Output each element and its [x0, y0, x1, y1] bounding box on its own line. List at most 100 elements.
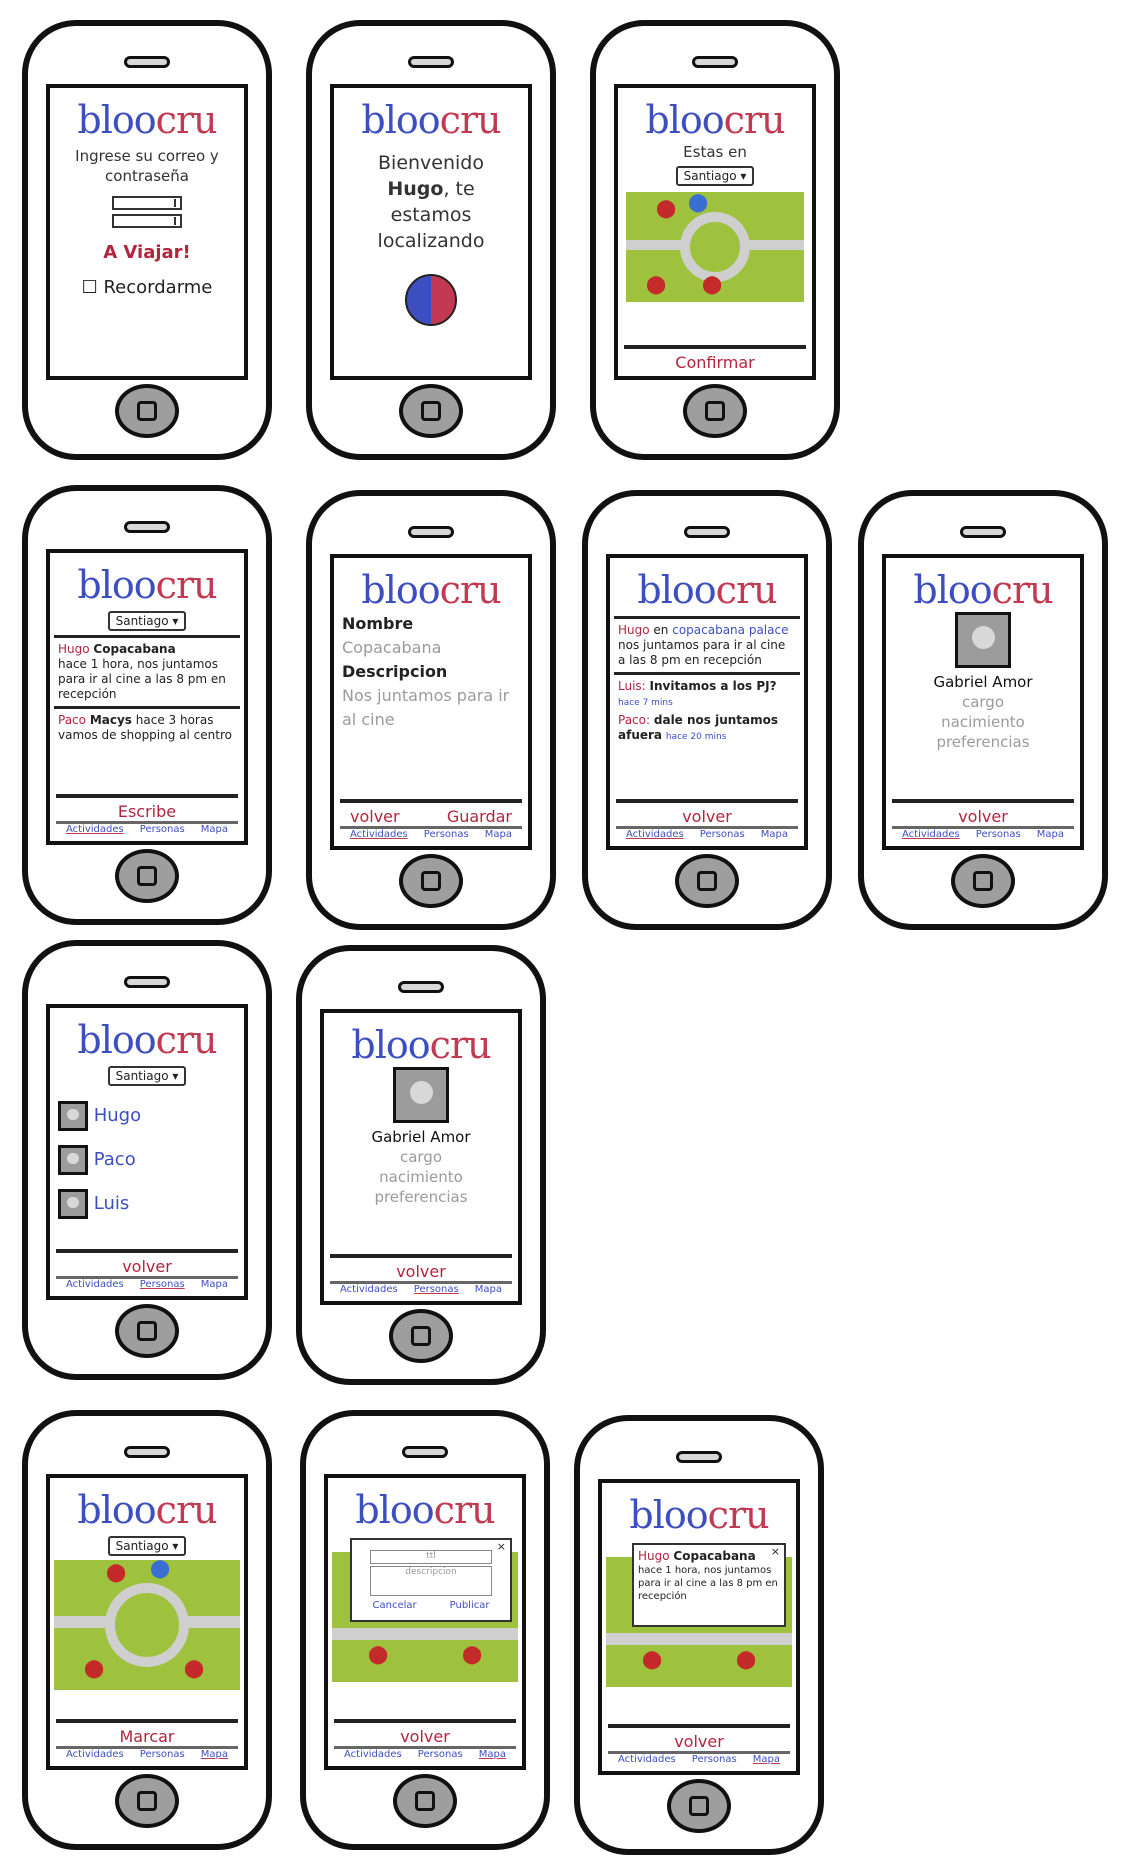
tab-personas[interactable]: Personas	[140, 1749, 185, 1764]
list-item[interactable]: Paco	[58, 1138, 236, 1182]
home-button[interactable]	[389, 1309, 453, 1363]
tab-personas[interactable]: Personas	[692, 1754, 737, 1769]
tab-mapa[interactable]: Mapa	[753, 1754, 780, 1769]
map[interactable]: ⬤ ⬤ ⬤ ⬤	[54, 1560, 240, 1690]
tab-bar: Actividades Personas Mapa	[330, 1281, 512, 1299]
logo: bloocru	[77, 98, 217, 142]
tab-actividades[interactable]: Actividades	[340, 1284, 398, 1299]
list-item[interactable]: Hugo	[58, 1094, 236, 1138]
tab-actividades[interactable]: Actividades	[66, 1279, 124, 1294]
roundabout	[105, 1583, 189, 1667]
home-button[interactable]	[951, 854, 1015, 908]
tab-personas[interactable]: Personas	[140, 1279, 185, 1294]
map-pin-icon[interactable]: ⬤	[84, 1660, 104, 1678]
tab-personas[interactable]: Personas	[976, 829, 1021, 844]
map-pin-icon[interactable]: ⬤	[688, 194, 708, 212]
tab-personas[interactable]: Personas	[700, 829, 745, 844]
back-button[interactable]: volver	[330, 1258, 512, 1281]
city-select[interactable]: Santiago ▾	[108, 1066, 186, 1086]
list-item[interactable]: Luis	[58, 1182, 236, 1226]
new-activity-popup: × ttl descripcion Cancelar Publicar	[350, 1538, 512, 1622]
password-field[interactable]	[112, 214, 182, 228]
close-icon[interactable]: ×	[771, 1545, 780, 1558]
home-button[interactable]	[115, 1304, 179, 1358]
tab-actividades[interactable]: Actividades	[66, 1749, 124, 1764]
tab-personas[interactable]: Personas	[140, 824, 185, 839]
popup-title-field[interactable]: ttl	[370, 1550, 492, 1564]
tab-actividades[interactable]: Actividades	[350, 829, 408, 844]
tab-personas[interactable]: Personas	[424, 829, 469, 844]
save-button[interactable]: Guardar	[447, 807, 512, 826]
action-bar: Escribe	[56, 794, 238, 821]
tab-actividades[interactable]: Actividades	[344, 1749, 402, 1764]
tab-bar: Actividades Personas Mapa	[608, 1751, 790, 1769]
description-input[interactable]: Nos juntamos para ir al cine	[342, 684, 520, 732]
home-button[interactable]	[115, 1774, 179, 1828]
back-button[interactable]: volver	[608, 1728, 790, 1751]
avatar	[58, 1145, 88, 1175]
close-icon[interactable]: ×	[497, 1540, 506, 1553]
tab-bar: Actividades Personas Mapa	[334, 1746, 516, 1764]
write-button[interactable]: Escribe	[56, 798, 238, 821]
back-button[interactable]: volver	[56, 1253, 238, 1276]
back-button[interactable]: volver	[334, 1723, 516, 1746]
tab-mapa[interactable]: Mapa	[475, 1284, 502, 1299]
map-pin-icon[interactable]: ⬤	[368, 1646, 388, 1664]
tab-mapa[interactable]: Mapa	[201, 1749, 228, 1764]
publish-button[interactable]: Publicar	[450, 1600, 490, 1611]
tab-mapa[interactable]: Mapa	[761, 829, 788, 844]
tab-personas[interactable]: Personas	[414, 1284, 459, 1299]
map-pin-icon[interactable]: ⬤	[656, 200, 676, 218]
map-pin-icon[interactable]: ⬤	[646, 276, 666, 294]
reply-time: hace 20 mins	[665, 732, 727, 742]
tab-actividades[interactable]: Actividades	[618, 1754, 676, 1769]
map-pin-icon[interactable]: ⬤	[106, 1564, 126, 1582]
remember-row[interactable]: ☐ Recordarme	[50, 277, 244, 298]
tab-actividades[interactable]: Actividades	[902, 829, 960, 844]
map-pin-icon[interactable]: ⬤	[150, 1560, 170, 1578]
back-button[interactable]: volver	[892, 803, 1074, 826]
back-button[interactable]: volver	[616, 803, 798, 826]
home-button[interactable]	[683, 384, 747, 438]
tab-personas[interactable]: Personas	[418, 1749, 463, 1764]
map-pin-icon[interactable]: ⬤	[462, 1646, 482, 1664]
tab-actividades[interactable]: Actividades	[626, 829, 684, 844]
mark-button[interactable]: Marcar	[56, 1723, 238, 1746]
back-button[interactable]: volver	[350, 807, 400, 826]
home-button[interactable]	[399, 384, 463, 438]
tab-mapa[interactable]: Mapa	[479, 1749, 506, 1764]
activity-item[interactable]: Hugo Copacabana hace 1 hora, nos juntamo…	[50, 642, 244, 702]
login-button[interactable]: A Viajar!	[50, 242, 244, 263]
home-button[interactable]	[115, 849, 179, 903]
email-field[interactable]	[112, 196, 182, 210]
name-input[interactable]: Copacabana	[342, 636, 520, 660]
tab-actividades[interactable]: Actividades	[66, 824, 124, 839]
tab-mapa[interactable]: Mapa	[201, 1279, 228, 1294]
city-select[interactable]: Santiago ▾	[108, 1536, 186, 1556]
map-pin-icon[interactable]: ⬤	[642, 1651, 662, 1669]
map-pin-icon[interactable]: ⬤	[702, 276, 722, 294]
remember-checkbox[interactable]: ☐	[82, 277, 98, 298]
welcome-text: Bienvenido Hugo, te estamos localizando	[334, 150, 528, 254]
activity-item[interactable]: Paco Macys hace 3 horas vamos de shoppin…	[50, 713, 244, 743]
home-button[interactable]	[667, 1779, 731, 1833]
home-button[interactable]	[393, 1774, 457, 1828]
tab-mapa[interactable]: Mapa	[1037, 829, 1064, 844]
home-button[interactable]	[675, 854, 739, 908]
city-select[interactable]: Santiago ▾	[108, 611, 186, 631]
map[interactable]: ⬤ ⬤ ⬤ ⬤	[626, 192, 804, 302]
map-pin-icon[interactable]: ⬤	[736, 1651, 756, 1669]
tab-mapa[interactable]: Mapa	[201, 824, 228, 839]
home-button[interactable]	[399, 854, 463, 908]
profile-cargo: cargo	[399, 1148, 443, 1166]
map-pin-icon[interactable]: ⬤	[184, 1660, 204, 1678]
home-button[interactable]	[115, 384, 179, 438]
confirm-button[interactable]: Confirmar	[624, 349, 806, 372]
activity-user: Hugo	[638, 1549, 670, 1563]
action-bar: Marcar	[56, 1719, 238, 1746]
activity-text: hace 1 hora, nos juntamos para ir al cin…	[638, 1565, 778, 1602]
city-select[interactable]: Santiago ▾	[676, 166, 754, 186]
popup-description-field[interactable]: descripcion	[370, 1566, 492, 1596]
tab-mapa[interactable]: Mapa	[485, 829, 512, 844]
cancel-button[interactable]: Cancelar	[373, 1600, 417, 1611]
